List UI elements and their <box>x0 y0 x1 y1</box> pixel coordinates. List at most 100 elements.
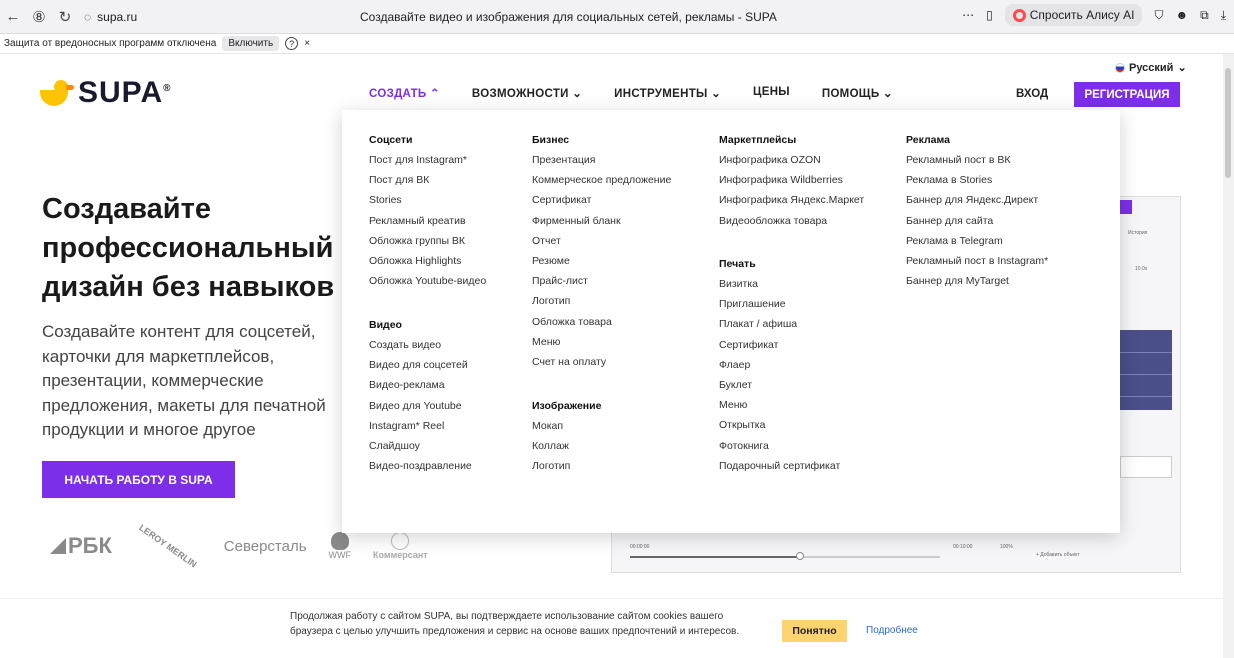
menu-item[interactable]: Обложка группы ВК <box>369 231 486 251</box>
menu-item[interactable]: Резюме <box>532 251 671 271</box>
menu-item[interactable]: Инфографика Wildberries <box>719 170 864 190</box>
menu-item[interactable]: Обложка Youtube-видео <box>369 271 486 291</box>
page-scrollbar[interactable] <box>1223 54 1234 658</box>
scrollbar-thumb[interactable] <box>1225 68 1231 178</box>
menu-item[interactable]: Прайс-лист <box>532 271 671 291</box>
nav-tools[interactable]: ИНСТРУМЕНТЫ ⌄ <box>614 86 721 100</box>
menu-item[interactable]: Видео-поздравление <box>369 456 472 476</box>
menu-item[interactable]: Коммерческое предложение <box>532 170 671 190</box>
mock-duration: 10.0s <box>1135 266 1148 272</box>
yandex-icon[interactable]: ⑧ <box>26 4 52 30</box>
menu-heading-business: Бизнес <box>532 134 570 146</box>
mock-layer-divider <box>1120 396 1172 397</box>
menu-item[interactable]: Баннер для MyTarget <box>906 271 1048 291</box>
enable-protection-button[interactable]: Включить <box>222 36 280 51</box>
menu-item[interactable]: Баннер для Яндекс.Директ <box>906 190 1048 210</box>
login-link[interactable]: ВХОД <box>1016 88 1048 100</box>
profile-icon[interactable]: ☻ <box>1175 8 1188 22</box>
menu-item[interactable]: Фирменный бланк <box>532 211 671 231</box>
registered-mark: ® <box>163 83 172 94</box>
nav-prices[interactable]: ЦЕНЫ <box>753 86 790 100</box>
menu-item[interactable]: Плакат / афиша <box>719 314 840 334</box>
logo-text: SUPA <box>78 76 164 109</box>
mock-layers-panel <box>1120 330 1172 410</box>
security-warning-bar: Защита от вредоносных программ отключена… <box>0 34 1234 54</box>
browser-page-title: Создавайте видео и изображения для социа… <box>360 10 777 24</box>
menu-item[interactable]: Инфографика Яндекс.Маркет <box>719 190 864 210</box>
reload-icon[interactable]: ↻ <box>52 4 78 30</box>
menu-item[interactable]: Логотип <box>532 456 601 476</box>
panda-icon <box>330 532 349 550</box>
menu-item[interactable]: Подарочный сертификат <box>719 456 840 476</box>
mock-time-start: 00:00:00 <box>630 544 650 550</box>
mock-input <box>1120 456 1172 478</box>
more-icon[interactable]: ⋯ <box>962 8 974 22</box>
menu-item[interactable]: Баннер для сайта <box>906 211 1048 231</box>
mock-timeline-progress <box>630 556 800 558</box>
menu-item[interactable]: Обложка Highlights <box>369 251 486 271</box>
menu-item[interactable]: Фотокнига <box>719 436 840 456</box>
ask-alice-button[interactable]: Спросить Алису AI <box>1004 4 1143 26</box>
tabs-icon[interactable]: ⧉ <box>1200 8 1209 23</box>
menu-item[interactable]: Создать видео <box>369 335 472 355</box>
menu-item[interactable]: Меню <box>719 395 840 415</box>
back-icon[interactable]: ← <box>0 4 26 30</box>
cookie-more-link[interactable]: Подробнее <box>866 625 918 636</box>
menu-item[interactable]: Счет на оплату <box>532 352 671 372</box>
menu-heading-video: Видео <box>369 319 402 331</box>
url-text: supa.ru <box>97 9 138 24</box>
cookie-accept-button[interactable]: Понятно <box>782 620 847 642</box>
menu-item[interactable]: Буклет <box>719 375 840 395</box>
menu-column-business: Бизнес Презентация Коммерческое предложе… <box>532 130 671 372</box>
menu-item[interactable]: Реклама в Stories <box>906 170 1048 190</box>
menu-item[interactable]: Отчет <box>532 231 671 251</box>
menu-heading-marketplaces: Маркетплейсы <box>719 134 797 146</box>
menu-item[interactable]: Коллаж <box>532 436 601 456</box>
mock-history: История <box>1128 230 1148 236</box>
menu-item[interactable]: Видео-реклама <box>369 375 472 395</box>
start-button[interactable]: НАЧАТЬ РАБОТУ В SUPA <box>42 461 235 498</box>
mock-timeline-rest <box>800 556 940 558</box>
menu-item[interactable]: Сертификат <box>719 335 840 355</box>
browser-toolbar: ← ⑧ ↻ ◌ supa.ru Создавайте видео и изобр… <box>0 0 1234 34</box>
menu-item[interactable]: Логотип <box>532 291 671 311</box>
menu-item[interactable]: Меню <box>532 332 671 352</box>
language-selector[interactable]: Русский ⌄ <box>1115 61 1187 74</box>
menu-item[interactable]: Сертификат <box>532 190 671 210</box>
menu-item[interactable]: Флаер <box>719 355 840 375</box>
menu-item[interactable]: Открытка <box>719 415 840 435</box>
address-bar[interactable]: ◌ supa.ru <box>84 10 137 24</box>
menu-item[interactable]: Рекламный креатив <box>369 211 486 231</box>
menu-item[interactable]: Мокап <box>532 416 601 436</box>
menu-item[interactable]: Instagram* Reel <box>369 416 472 436</box>
menu-item[interactable]: Пост для Instagram* <box>369 150 486 170</box>
close-icon[interactable]: × <box>304 38 310 49</box>
menu-item[interactable]: Рекламный пост в Instagram* <box>906 251 1048 271</box>
menu-item[interactable]: Реклама в Telegram <box>906 231 1048 251</box>
menu-item[interactable]: Видео для соцсетей <box>369 355 472 375</box>
register-button[interactable]: РЕГИСТРАЦИЯ <box>1074 82 1180 107</box>
menu-item[interactable]: Пост для ВК <box>369 170 486 190</box>
menu-item[interactable]: Приглашение <box>719 294 840 314</box>
language-label: Русский <box>1129 61 1174 74</box>
help-icon[interactable]: ? <box>285 37 299 50</box>
mock-layer-divider <box>1120 352 1172 353</box>
menu-item[interactable]: Обложка товара <box>532 312 671 332</box>
menu-item[interactable]: Рекламный пост в ВК <box>906 150 1048 170</box>
menu-item[interactable]: Слайдшоу <box>369 436 472 456</box>
extension-icon[interactable]: ⛉ <box>1154 8 1163 23</box>
bookmark-icon[interactable]: ▯ <box>986 8 993 22</box>
menu-item[interactable]: Видеообложка товара <box>719 211 864 231</box>
supa-logo[interactable]: SUPA® <box>40 76 172 110</box>
menu-item[interactable]: Визитка <box>719 274 840 294</box>
menu-item[interactable]: Stories <box>369 190 486 210</box>
menu-item[interactable]: Инфографика OZON <box>719 150 864 170</box>
nav-features[interactable]: ВОЗМОЖНОСТИ ⌄ <box>472 86 582 100</box>
menu-heading-ads: Реклама <box>906 134 950 146</box>
nav-create[interactable]: СОЗДАТЬ ⌃ <box>369 86 440 100</box>
download-icon[interactable]: ⤓ <box>1221 8 1226 23</box>
shield-icon: ◌ <box>84 9 92 24</box>
nav-help[interactable]: ПОМОЩЬ ⌄ <box>822 86 893 100</box>
menu-item[interactable]: Видео для Youtube <box>369 396 472 416</box>
menu-item[interactable]: Презентация <box>532 150 671 170</box>
